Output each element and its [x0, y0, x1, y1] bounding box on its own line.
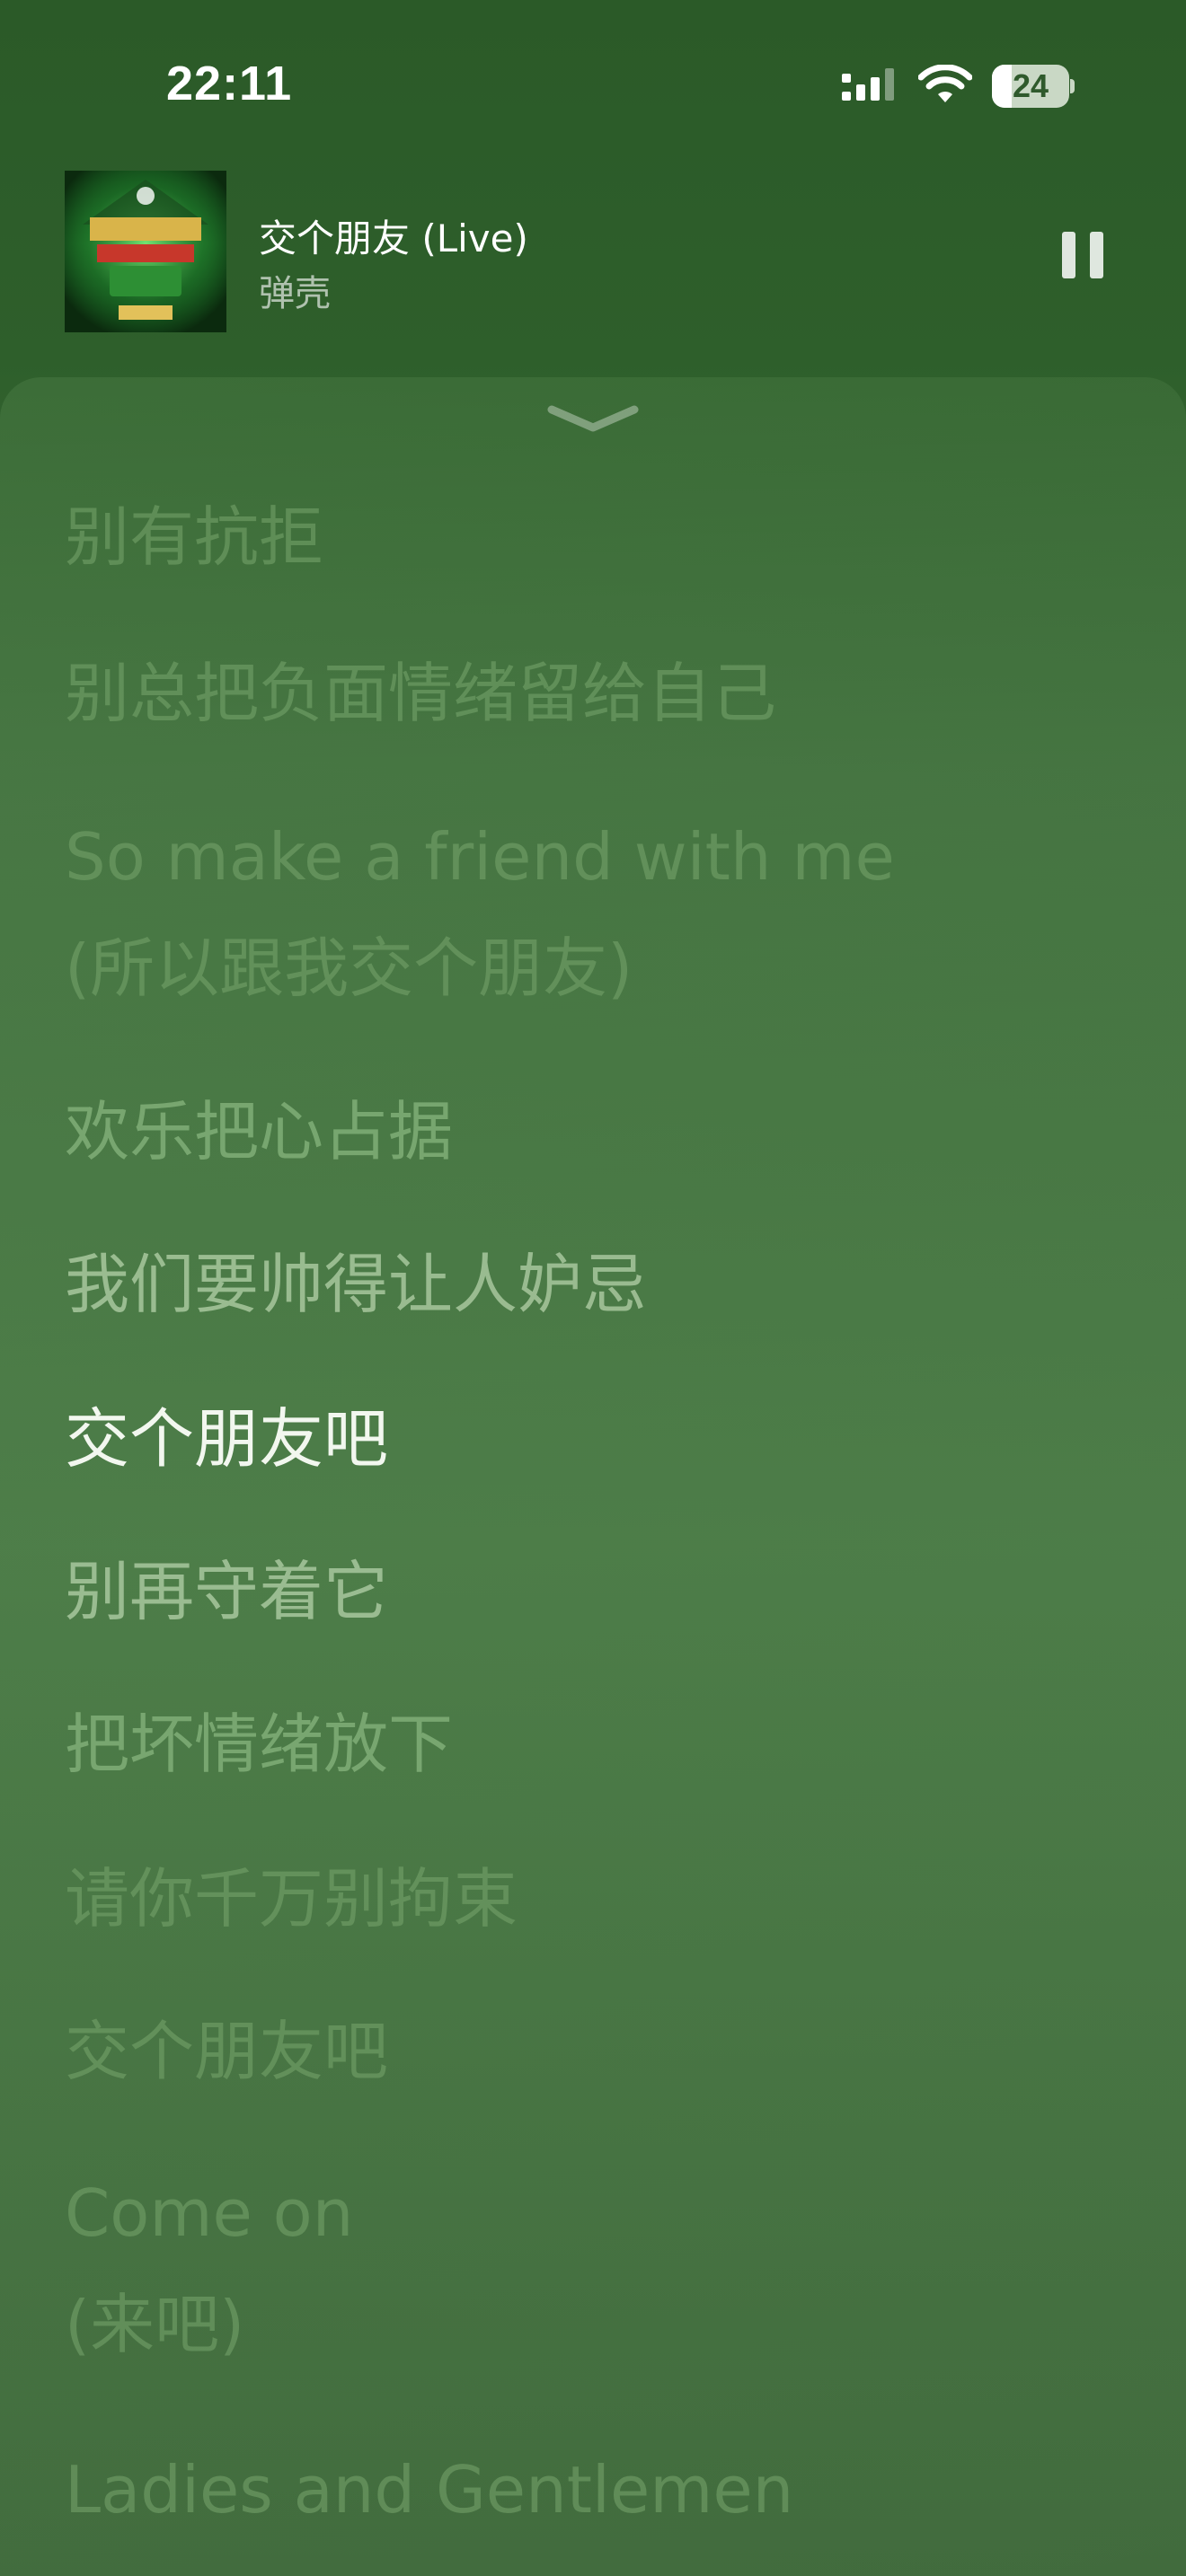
lyric-text: 交个朋友吧: [65, 2014, 389, 2089]
lyric-text: Ladies and Gentlemen: [65, 2452, 794, 2527]
chevron-down-icon[interactable]: [539, 399, 647, 438]
lyric-text: 交个朋友吧: [65, 1401, 389, 1477]
battery-body: 24: [992, 65, 1069, 108]
battery-cap: [1070, 79, 1075, 93]
lyric-text: 把坏情绪放下: [65, 1707, 454, 1782]
lyric-line[interactable]: 欢乐把心占据: [65, 1076, 1125, 1187]
lyric-line[interactable]: Ladies and Gentlemen: [65, 2434, 1125, 2545]
battery-icon: 24: [992, 65, 1075, 108]
lyric-text: Come on: [65, 2175, 354, 2251]
lyric-translation: (所以跟我交个朋友): [65, 931, 633, 1006]
lyrics-sheet[interactable]: 别有抗拒 别总把负面情绪留给自己 So make a friend with m…: [0, 377, 1186, 2576]
song-title: 交个朋友 (Live): [259, 216, 528, 260]
lyric-line[interactable]: 把坏情绪放下: [65, 1689, 1125, 1800]
lyric-line[interactable]: 我们要帅得让人妒忌: [65, 1229, 1125, 1340]
lyric-text: 别再守着它: [65, 1554, 389, 1629]
lyric-line[interactable]: 别再守着它: [65, 1536, 1125, 1647]
lyric-line[interactable]: So make a friend with me (所以跟我交个朋友): [65, 801, 1125, 1024]
lyric-text: 别有抗拒: [65, 499, 324, 575]
now-playing-bar[interactable]: 交个朋友 (Live) 弹壳: [0, 171, 1186, 368]
album-art-image: [65, 171, 226, 332]
lyric-text: So make a friend with me: [65, 819, 895, 895]
lyric-line[interactable]: 别有抗拒: [65, 481, 1125, 593]
pause-icon: [1062, 232, 1075, 278]
lyric-text: 请你千万别拘束: [65, 1861, 518, 1936]
lyric-line[interactable]: 交个朋友吧: [65, 1996, 1125, 2107]
lyric-translation: (来吧): [65, 2287, 245, 2362]
song-artist: 弹壳: [259, 273, 331, 314]
battery-level: 24: [1012, 67, 1049, 104]
lyric-line-active[interactable]: 交个朋友吧: [65, 1383, 1125, 1495]
lyric-line[interactable]: 别总把负面情绪留给自己: [65, 638, 1125, 749]
status-bar: 22:11 24: [0, 0, 1186, 171]
lyric-line[interactable]: Come on (来吧): [65, 2157, 1125, 2380]
pause-button[interactable]: [1051, 225, 1114, 287]
album-art[interactable]: [65, 171, 226, 332]
signal-icon: [842, 68, 894, 101]
pause-icon-bar-2: [1090, 232, 1103, 278]
lyric-text: 我们要帅得让人妒忌: [65, 1247, 648, 1322]
status-time: 22:11: [166, 57, 293, 110]
wifi-icon: [918, 65, 972, 102]
lyric-text: 欢乐把心占据: [65, 1094, 454, 1169]
lyric-text: 别总把负面情绪留给自己: [65, 656, 777, 731]
lyric-line[interactable]: 请你千万别拘束: [65, 1843, 1125, 1954]
